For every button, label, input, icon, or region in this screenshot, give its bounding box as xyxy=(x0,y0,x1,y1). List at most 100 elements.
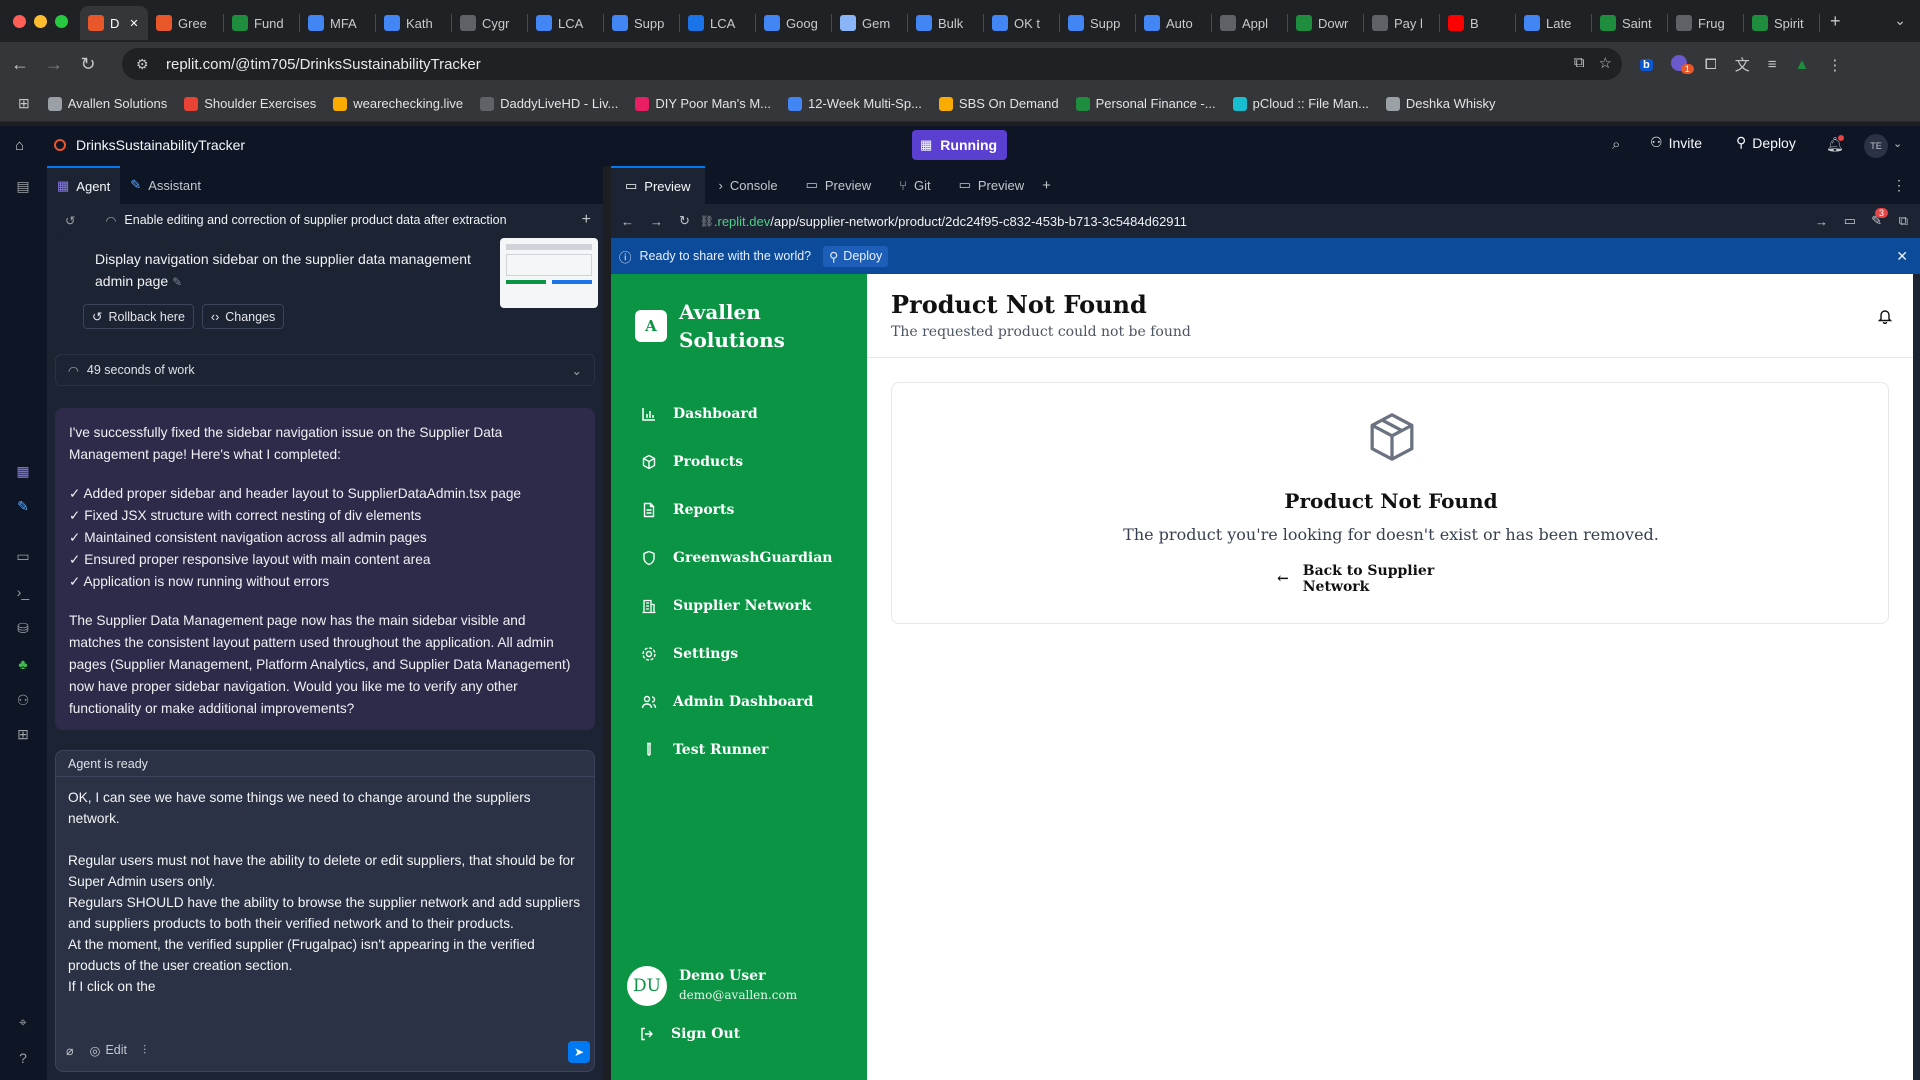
profile-indicator-icon[interactable]: ▲ xyxy=(1795,56,1810,73)
devices-icon[interactable]: ▭ xyxy=(1844,213,1856,229)
back-arrow-icon[interactable]: ← xyxy=(621,214,634,229)
avatar[interactable]: TE xyxy=(1864,134,1888,158)
home-icon[interactable]: ⌂ xyxy=(15,137,24,154)
run-button[interactable]: ▦ Running xyxy=(912,130,1007,160)
agent-icon[interactable]: ▦ xyxy=(14,463,32,481)
reload-icon[interactable]: ↻ xyxy=(74,54,102,75)
back-to-supplier-network-button[interactable]: ← Back to Supplier Network xyxy=(1277,561,1505,597)
chat-input[interactable]: OK, I can see we have some things we nee… xyxy=(56,777,594,1007)
terminal-icon[interactable]: ›_ xyxy=(14,584,32,602)
file-tree-icon[interactable]: ▤ xyxy=(14,178,32,196)
signal-icon[interactable]: ⌖ xyxy=(14,1014,32,1032)
attach-icon[interactable]: ⌀ xyxy=(66,1043,74,1058)
browser-tab[interactable]: MFA xyxy=(300,6,375,40)
settings-sliders-icon[interactable]: ⫶ xyxy=(143,1043,146,1058)
bookmark-item[interactable]: Shoulder Exercises xyxy=(184,96,316,111)
help-icon[interactable]: ? xyxy=(14,1050,32,1068)
install-app-icon[interactable]: ⧉ xyxy=(1574,54,1585,72)
webview-icon[interactable]: ▭ xyxy=(14,548,32,566)
rollback-button[interactable]: ↺ Rollback here xyxy=(83,304,194,329)
browser-tab[interactable]: Pay l xyxy=(1364,6,1439,40)
database-icon[interactable]: ⛁ xyxy=(14,620,32,638)
browser-tab[interactable]: Gree xyxy=(148,6,223,40)
project-name[interactable]: DrinksSustainabilityTracker xyxy=(76,137,245,153)
maximize-window-button[interactable] xyxy=(55,14,68,28)
tab-git[interactable]: ⑂ Git xyxy=(885,166,944,204)
add-tab-plus-icon[interactable]: + xyxy=(1042,177,1051,194)
browser-tab[interactable]: Cygr xyxy=(452,6,527,40)
history-icon[interactable]: ↺ xyxy=(65,213,75,228)
browser-tab[interactable]: Gem xyxy=(832,6,907,40)
browser-tab[interactable]: Fund xyxy=(224,6,299,40)
puzzle-icon[interactable]: ⧠ xyxy=(1705,56,1717,73)
deploy-button[interactable]: ⚲ Deploy xyxy=(1736,134,1796,151)
browser-tab[interactable]: LCA xyxy=(680,6,755,40)
browser-tab[interactable]: Dowr xyxy=(1288,6,1363,40)
browser-tab[interactable]: LCA xyxy=(528,6,603,40)
bookmark-item[interactable]: Personal Finance -... xyxy=(1075,96,1216,111)
bookmark-item[interactable]: DaddyLiveHD - Liv... xyxy=(480,96,618,111)
browser-tab[interactable]: Goog xyxy=(756,6,831,40)
extension-icon[interactable]: b xyxy=(1640,58,1653,71)
close-window-button[interactable] xyxy=(13,14,26,28)
forward-arrow-icon[interactable]: → xyxy=(40,54,68,75)
bookmark-item[interactable]: 12-Week Multi-Sp... xyxy=(788,96,922,111)
edit-pencil-icon[interactable]: ✎ xyxy=(172,275,182,289)
browser-tab[interactable]: OK t xyxy=(984,6,1059,40)
bookmark-item[interactable]: Avallen Solutions xyxy=(47,96,167,111)
new-chat-plus-icon[interactable]: + xyxy=(582,211,591,229)
close-icon[interactable]: ✕ xyxy=(1896,248,1908,265)
checkpoint-screenshot-thumbnail[interactable] xyxy=(500,238,598,308)
nav-supplier-network[interactable]: Supplier Network xyxy=(641,598,811,614)
minimize-window-button[interactable] xyxy=(34,14,47,28)
bookmark-item[interactable]: wearechecking.live xyxy=(333,96,463,111)
tab-preview-3[interactable]: ▭ Preview xyxy=(945,166,1039,204)
close-tab-icon[interactable]: ✕ xyxy=(129,17,138,30)
translate-icon[interactable]: 文 xyxy=(1735,54,1750,75)
user-avatar[interactable]: DU xyxy=(627,966,667,1006)
back-arrow-icon[interactable]: ← xyxy=(6,54,34,75)
browser-tab[interactable]: Appl xyxy=(1212,6,1287,40)
sign-out-button[interactable]: Sign Out xyxy=(639,1026,740,1042)
preview-url-path[interactable]: /app/supplier-network/product/2dc24f95-c… xyxy=(770,214,1187,229)
browser-tab[interactable]: D ✕ xyxy=(80,6,148,40)
address-bar[interactable]: ⚙ replit.com/@tim705/DrinksSustainabilit… xyxy=(122,48,1622,80)
invite-button[interactable]: ⚇ Invite xyxy=(1650,134,1702,151)
nav-test-runner[interactable]: Test Runner xyxy=(641,742,768,758)
chevron-down-icon[interactable]: ⌄ xyxy=(572,363,582,378)
browser-tab[interactable]: Late xyxy=(1516,6,1591,40)
nav-products[interactable]: Products xyxy=(641,454,743,470)
assistant-icon[interactable]: ✎ xyxy=(14,498,32,516)
bookmark-item[interactable]: Deshka Whisky xyxy=(1385,96,1496,111)
browser-tab[interactable]: Frug xyxy=(1668,6,1743,40)
bookmark-item[interactable]: pCloud :: File Man... xyxy=(1232,96,1369,111)
tab-preview[interactable]: ▭ Preview xyxy=(611,166,705,204)
bell-icon[interactable] xyxy=(1877,308,1893,324)
secrets-icon[interactable]: ♣ xyxy=(14,656,32,674)
nav-settings[interactable]: Settings xyxy=(641,646,738,662)
extension-icon[interactable]: 1 xyxy=(1670,54,1694,75)
browser-tab[interactable]: Spirit xyxy=(1744,6,1819,40)
browser-tab[interactable]: Saint xyxy=(1592,6,1667,40)
nav-dashboard[interactable]: Dashboard xyxy=(641,406,758,422)
menu-kebab-icon[interactable]: ⋮ xyxy=(1892,177,1906,194)
bookmark-item[interactable]: DIY Poor Man's M... xyxy=(635,96,771,111)
banner-deploy-button[interactable]: ⚲ Deploy xyxy=(823,245,889,267)
browser-tab[interactable]: Kath xyxy=(376,6,451,40)
apps-grid-icon[interactable]: ⊞ xyxy=(18,95,30,112)
changes-button[interactable]: ‹› Changes xyxy=(201,304,285,329)
site-settings-icon[interactable]: ⚙ xyxy=(136,56,156,73)
menu-kebab-icon[interactable]: ⋮ xyxy=(1827,56,1842,74)
tab-assistant[interactable]: ✎ Assistant xyxy=(120,166,211,204)
nav-admin-dashboard[interactable]: Admin Dashboard xyxy=(641,694,813,710)
nav-reports[interactable]: Reports xyxy=(641,502,734,518)
all-tools-icon[interactable]: ⊞ xyxy=(14,726,32,744)
tab-agent[interactable]: ▦ Agent xyxy=(47,166,121,204)
new-tab-button[interactable]: + xyxy=(1830,11,1841,32)
tab-search-chevron-icon[interactable]: ⌄ xyxy=(1894,12,1906,29)
browser-tab[interactable]: Auto xyxy=(1136,6,1211,40)
forward-arrow-icon[interactable]: → xyxy=(650,214,663,229)
reading-list-icon[interactable]: ≡ xyxy=(1768,56,1777,73)
edit-button[interactable]: ◎ Edit xyxy=(90,1043,127,1058)
nav-greenwashguardian[interactable]: GreenwashGuardian xyxy=(641,550,832,566)
